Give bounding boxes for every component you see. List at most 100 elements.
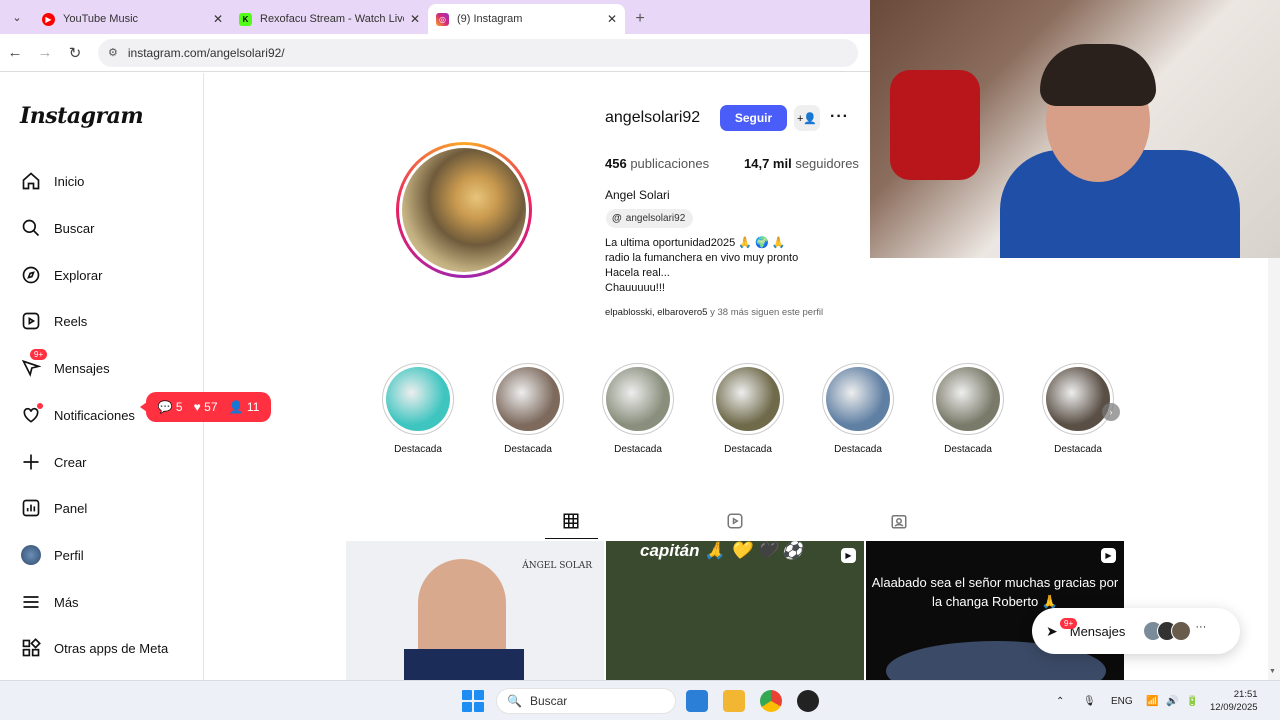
sidebar-item-label: Crear [54,454,87,470]
highlight-cover [826,367,890,431]
highlight-cover [606,367,670,431]
story-highlight[interactable]: Destacada [380,363,456,455]
sidebar-item-explorar[interactable]: Explorar [20,264,102,286]
active-tab-indicator [545,538,598,539]
menu-icon [20,591,42,613]
youtube-music-icon: ▶ [42,12,55,26]
post-tile[interactable]: ÁNGEL SOLAR [346,541,604,680]
sidebar-item-inicio[interactable]: Inicio [20,170,84,192]
tab-list-button[interactable]: ⌄ [0,0,34,34]
avatar-icon [20,544,42,566]
forward-button[interactable]: → [30,38,60,68]
taskbar-clock[interactable]: 21:51 12/09/2025 [1210,688,1258,714]
browser-tabbar: ⌄ ▶ YouTube Music ✕ K Rexofacu Stream - … [0,0,870,34]
windows-start-icon[interactable] [462,690,484,712]
more-options-icon[interactable]: ··· [830,108,849,126]
instagram-logo[interactable]: Instagram [20,103,144,129]
scroll-down-arrow[interactable]: ▼ [1269,668,1276,675]
story-highlight[interactable]: Destacada [490,363,566,455]
tab-title: Rexofacu Stream - Watch Live o [260,13,404,25]
suggested-users-button[interactable]: +👤 [794,105,820,131]
notification-dot [37,403,43,409]
post-shirt [404,649,524,680]
sidebar-item-mensajes[interactable]: 9+ Mensajes [20,349,110,379]
site-info-icon[interactable]: ⚙ [108,46,118,59]
highlights-next-button[interactable]: › [1102,403,1120,421]
followers-stat[interactable]: 14,7 mil seguidores [744,156,859,171]
obs-icon[interactable] [797,690,819,712]
highlight-label: Destacada [834,444,882,455]
follow-button[interactable]: Seguir [720,105,787,131]
tray-overflow-icon[interactable]: ⌃ [1056,681,1064,721]
chrome-icon[interactable] [760,690,782,712]
story-highlight[interactable]: Destacada [710,363,786,455]
sidebar-item-otras-apps[interactable]: Otras apps de Meta [20,637,168,659]
taskbar-search[interactable]: 🔍 Buscar [496,688,676,714]
reload-button[interactable]: ↻ [60,38,90,68]
messages-badge: 9+ [30,349,48,360]
tab-reels[interactable] [725,511,745,531]
language-indicator[interactable]: ENG [1111,681,1133,721]
profile-bio: La ultima oportunidad2025 🙏 🌍 🙏 radio la… [605,237,799,294]
messenger-icon: ➤ [1046,622,1058,639]
wifi-icon[interactable]: 📶 [1146,681,1158,721]
profile-photo [402,148,526,272]
highlight-cover [1046,367,1110,431]
webcam-chair [890,70,980,180]
tab-posts-grid[interactable] [561,511,581,531]
webcam-overlay [870,0,1280,258]
sidebar-item-reels[interactable]: Reels [20,310,87,332]
messages-label: Mensajes [1069,623,1126,639]
sidebar-item-label: Otras apps de Meta [54,640,169,656]
tagged-icon [891,515,907,529]
home-icon [20,170,42,192]
activity-pill[interactable]: 💬 5 ♥ 57 👤 11 [140,392,271,422]
sidebar-item-notificaciones[interactable]: Notificaciones [20,403,135,426]
post-caption: ÁNGEL SOLAR [522,561,592,571]
close-tab-icon[interactable]: ✕ [213,12,223,26]
highlight-cover [496,367,560,431]
sidebar-item-buscar[interactable]: Buscar [20,217,94,239]
messages-floating-button[interactable]: ➤ 9+ Mensajes ··· [1032,608,1240,654]
posts-stat: 456 publicaciones [605,156,710,171]
chart-icon [20,497,42,519]
reel-icon: ▶ [1101,548,1116,563]
sidebar-item-label: Mensajes [54,360,110,376]
tab-rexofacu-stream[interactable]: K Rexofacu Stream - Watch Live o ✕ [231,4,428,34]
close-tab-icon[interactable]: ✕ [410,12,420,26]
sidebar-item-label: Panel [54,500,88,516]
followed-by[interactable]: elpablosski, elbarovero5 y 38 más siguen… [605,307,823,318]
vscode-icon[interactable] [686,690,708,712]
story-highlight[interactable]: Destacada [600,363,676,455]
plus-icon [20,451,42,473]
tab-tagged[interactable] [889,511,909,531]
url-input[interactable]: ⚙ instagram.com/angelsolari92/ [98,38,858,67]
post-caption: Alaabado sea el señor muchas gracias por… [871,575,1119,609]
highlight-label: Destacada [724,444,772,455]
volume-icon[interactable]: 🔊 [1166,681,1178,721]
highlight-label: Destacada [504,444,552,455]
post-tile[interactable]: capitán 🙏 💛 🖤 ⚽ ▶ [606,541,864,680]
sidebar-item-mas[interactable]: Más [20,591,79,613]
back-button[interactable]: ← [0,38,30,68]
tab-instagram[interactable]: ◎ (9) Instagram ✕ [428,4,625,34]
profile-avatar[interactable] [396,142,532,278]
page-scrollbar[interactable] [1268,258,1280,680]
microphone-icon[interactable]: 🎙 [1083,681,1096,721]
tab-youtube-music[interactable]: ▶ YouTube Music ✕ [34,4,231,34]
new-tab-button[interactable]: + [625,4,655,34]
search-icon [20,217,42,239]
sidebar-item-label: Explorar [54,267,103,283]
close-tab-icon[interactable]: ✕ [607,12,617,26]
sidebar-item-label: Reels [54,313,88,329]
sidebar-item-panel[interactable]: Panel [20,497,87,519]
threads-badge[interactable]: @ angelsolari92 [606,209,694,228]
sidebar-item-crear[interactable]: Crear [20,451,87,473]
battery-icon[interactable]: 🔋 [1186,681,1198,721]
story-highlight[interactable]: Destacada [930,363,1006,455]
address-bar-row: ← → ↻ ⚙ instagram.com/angelsolari92/ [0,34,870,72]
sidebar-item-perfil[interactable]: Perfil [20,544,84,566]
story-highlight[interactable]: Destacada [820,363,896,455]
instagram-icon: ◎ [436,12,449,26]
file-explorer-icon[interactable] [723,690,745,712]
